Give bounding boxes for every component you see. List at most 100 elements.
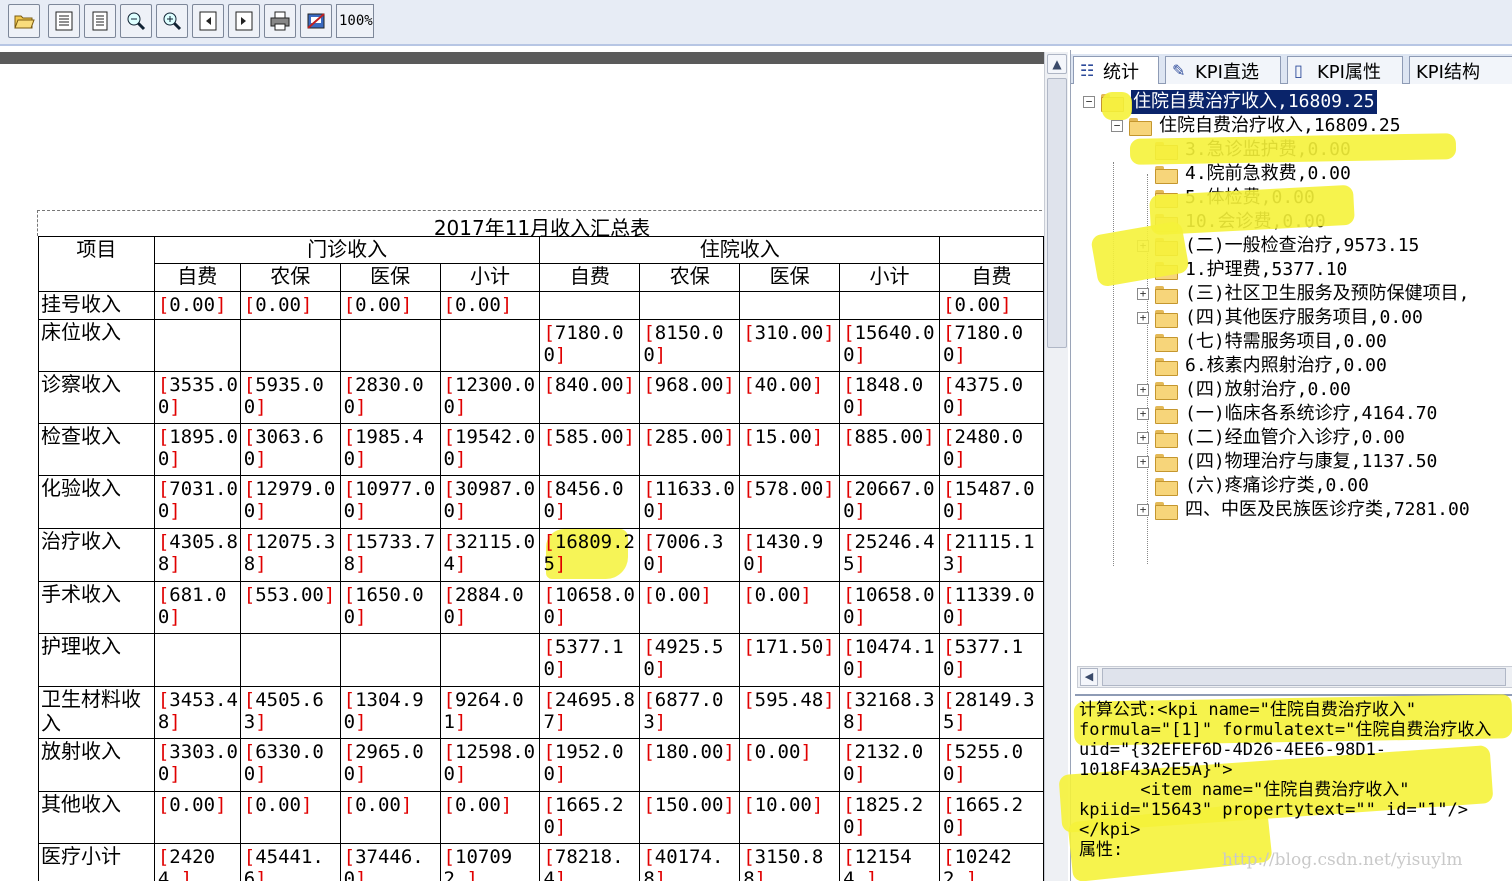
data-cell[interactable]: [6330.00]	[239, 738, 341, 792]
data-cell[interactable]: [5377.10]	[539, 633, 641, 687]
collapse-icon[interactable]: −	[1083, 96, 1095, 108]
list-icon[interactable]	[48, 4, 80, 38]
tree-node-label[interactable]: (四)其他医疗服务项目,0.00	[1185, 306, 1423, 330]
data-cell[interactable]: [4505.63]	[239, 686, 341, 739]
data-cell[interactable]: [11633.00]	[639, 475, 741, 529]
tab-kpi-properties[interactable]: ▯ KPI属性	[1287, 56, 1403, 84]
data-cell[interactable]: [32168.38]	[839, 686, 940, 739]
data-cell[interactable]: [21115.13]	[938, 528, 1044, 582]
expand-icon[interactable]: +	[1137, 504, 1149, 516]
data-cell[interactable]: [0.00]	[639, 581, 741, 634]
data-cell[interactable]: [102422.]	[938, 843, 1044, 881]
data-cell[interactable]: [10.00]	[739, 791, 841, 844]
data-cell[interactable]: [0.00]	[739, 738, 841, 792]
data-cell[interactable]: [5935.00]	[239, 371, 341, 424]
zoom-level-button[interactable]: 100%	[336, 4, 374, 38]
data-cell[interactable]: [7031.00]	[153, 475, 241, 529]
data-cell[interactable]: [3535.00]	[153, 371, 241, 424]
tree-node[interactable]: (六)疼痛诊疗类,0.00	[1137, 474, 1369, 498]
data-cell[interactable]: [3063.60]	[239, 423, 341, 476]
data-cell[interactable]	[739, 291, 841, 320]
data-cell[interactable]: [32115.04]	[439, 528, 541, 582]
tree-node-label[interactable]: (二)一般检查治疗,9573.15	[1185, 234, 1419, 258]
collapse-icon[interactable]: −	[1111, 120, 1123, 132]
tree-node-label[interactable]: (七)特需服务项目,0.00	[1185, 330, 1387, 354]
expand-icon[interactable]: +	[1137, 432, 1149, 444]
data-cell[interactable]: [578.00]	[739, 475, 841, 529]
data-cell[interactable]: [28149.35]	[938, 686, 1044, 739]
data-cell[interactable]: [45441.6]	[239, 843, 341, 881]
data-cell[interactable]: [0.00]	[938, 291, 1044, 320]
data-cell[interactable]: [24204.]	[153, 843, 241, 881]
data-cell[interactable]: [595.48]	[739, 686, 841, 739]
zoom-in-icon[interactable]	[156, 4, 188, 38]
data-cell[interactable]: [0.00]	[339, 791, 441, 844]
data-cell[interactable]: [10474.10]	[839, 633, 940, 687]
data-cell[interactable]: [0.00]	[339, 291, 441, 320]
tree-node[interactable]: 4.院前急救费,0.00	[1137, 162, 1351, 186]
data-cell[interactable]: [0.00]	[239, 291, 341, 320]
data-cell[interactable]: [150.00]	[639, 791, 741, 844]
data-cell[interactable]: [121544.]	[839, 843, 940, 881]
data-cell[interactable]	[153, 319, 241, 372]
data-cell[interactable]: [6877.03]	[639, 686, 741, 739]
data-cell[interactable]: [2884.00]	[439, 581, 541, 634]
tree-node-label[interactable]: 住院自费治疗收入,16809.25	[1131, 90, 1377, 114]
data-cell[interactable]: [5377.10]	[938, 633, 1044, 687]
data-cell[interactable]: [10977.00]	[339, 475, 441, 529]
data-cell[interactable]: [681.00]	[153, 581, 241, 634]
export-icon[interactable]	[300, 4, 332, 38]
tab-statistics[interactable]: ☷ 统计	[1073, 56, 1159, 84]
open-folder-icon[interactable]	[8, 4, 40, 38]
data-cell[interactable]	[339, 633, 441, 687]
data-cell[interactable]: [553.00]	[239, 581, 341, 634]
data-cell[interactable]: [4925.50]	[639, 633, 741, 687]
data-cell[interactable]: [12598.00]	[439, 738, 541, 792]
expand-icon[interactable]: +	[1137, 456, 1149, 468]
data-cell[interactable]: [15487.00]	[938, 475, 1044, 529]
data-cell[interactable]	[153, 633, 241, 687]
data-cell[interactable]: [11339.00]	[938, 581, 1044, 634]
data-cell[interactable]: [310.00]	[739, 319, 841, 372]
tree-node-label[interactable]: (四)物理治疗与康复,1137.50	[1185, 450, 1437, 474]
expand-icon[interactable]: +	[1137, 312, 1149, 324]
tree-node-label[interactable]: 四、中医及民族医诊疗类,7281.00	[1185, 498, 1470, 522]
data-cell[interactable]	[439, 319, 541, 372]
data-cell[interactable]: [10658.00]	[839, 581, 940, 634]
data-cell[interactable]: [2132.00]	[839, 738, 940, 792]
data-cell[interactable]: [3150.88]	[739, 843, 841, 881]
data-cell[interactable]: [1650.00]	[339, 581, 441, 634]
data-cell[interactable]: [0.00]	[439, 291, 541, 320]
data-cell[interactable]: [40.00]	[739, 371, 841, 424]
report-vertical-scrollbar[interactable]: ▲	[1044, 52, 1068, 881]
tree-node-label[interactable]: (一)临床各系统诊疗,4164.70	[1185, 402, 1437, 426]
data-cell[interactable]: [78218.4]	[539, 843, 641, 881]
data-cell[interactable]: [1430.90]	[739, 528, 841, 582]
tree-node-label[interactable]: (四)放射治疗,0.00	[1185, 378, 1351, 402]
data-cell[interactable]: [15.00]	[739, 423, 841, 476]
tree-node[interactable]: + (三)社区卫生服务及预防保健项目,	[1137, 282, 1470, 306]
data-cell[interactable]: [1825.20]	[839, 791, 940, 844]
data-cell[interactable]: [5255.00]	[938, 738, 1044, 792]
data-cell[interactable]: [7180.00]	[539, 319, 641, 372]
data-cell[interactable]: [1665.20]	[938, 791, 1044, 844]
expand-icon[interactable]: +	[1137, 384, 1149, 396]
data-cell[interactable]: [968.00]	[639, 371, 741, 424]
tree-node-label[interactable]: (二)经血管介入诊疗,0.00	[1185, 426, 1405, 450]
data-cell[interactable]: [3303.00]	[153, 738, 241, 792]
data-cell[interactable]: [37446.0]	[339, 843, 441, 881]
expand-icon[interactable]: +	[1137, 408, 1149, 420]
scroll-thumb[interactable]	[1102, 668, 1506, 686]
next-page-icon[interactable]	[228, 4, 260, 38]
tree-node-label[interactable]: 1.护理费,5377.10	[1185, 258, 1347, 282]
data-cell[interactable]: [30987.00]	[439, 475, 541, 529]
document-icon[interactable]	[84, 4, 116, 38]
data-cell[interactable]	[439, 633, 541, 687]
data-cell[interactable]: [4305.88]	[153, 528, 241, 582]
data-cell[interactable]: [1848.00]	[839, 371, 940, 424]
data-cell[interactable]: [3453.48]	[153, 686, 241, 739]
data-cell[interactable]: [8456.00]	[539, 475, 641, 529]
data-cell[interactable]: [2830.00]	[339, 371, 441, 424]
data-cell[interactable]	[339, 319, 441, 372]
data-cell[interactable]: [285.00]	[639, 423, 741, 476]
